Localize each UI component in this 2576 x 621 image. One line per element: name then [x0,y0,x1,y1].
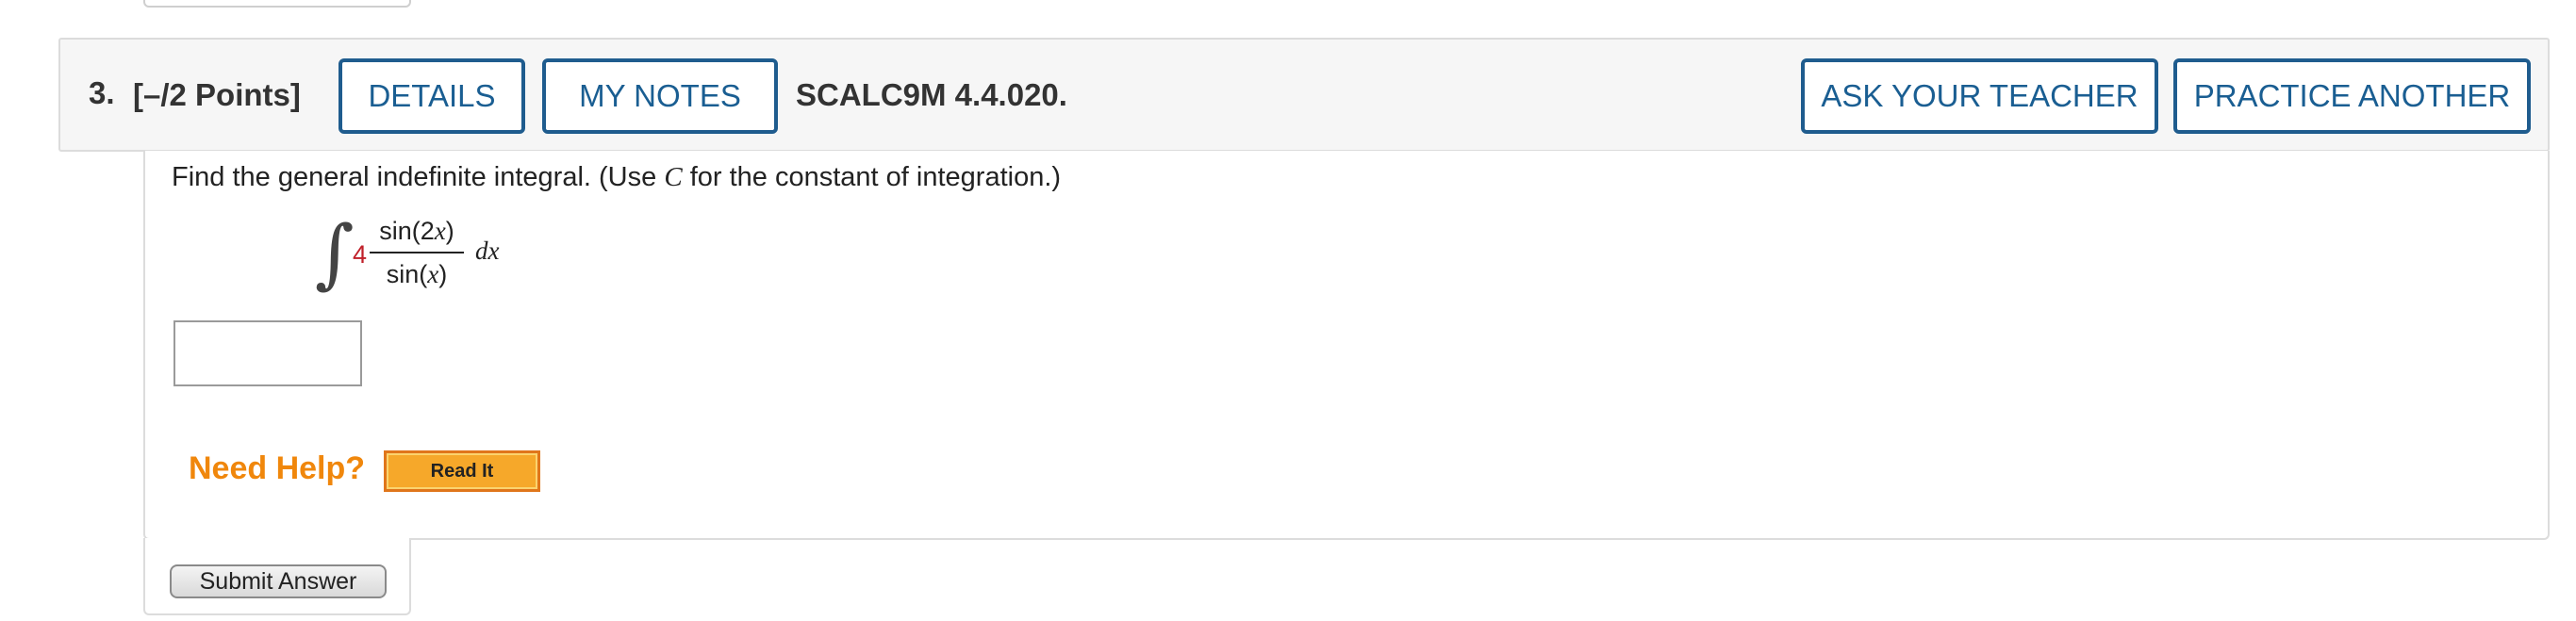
fraction-denominator: sin(x) [370,255,464,293]
my-notes-button[interactable]: MY NOTES [542,58,778,134]
differential: dx [475,237,499,266]
ask-your-teacher-button[interactable]: ASK YOUR TEACHER [1801,58,2158,134]
previous-question-tab [143,0,411,8]
practice-another-button[interactable]: PRACTICE ANOTHER [2173,58,2531,134]
numerator-variable: x [434,217,446,245]
question-body: Find the general indefinite integral. (U… [143,151,2550,540]
fraction-bar [370,252,464,253]
fraction-numerator: sin(2x) [370,212,464,250]
differential-text: dx [475,237,500,265]
submit-answer-button[interactable]: Submit Answer [170,564,387,598]
question-prompt: Find the general indefinite integral. (U… [172,162,1061,193]
question-header: 3. [–/2 Points] DETAILS MY NOTES SCALC9M… [58,38,2550,152]
denominator-function: sin( [386,260,428,288]
numerator-close: ) [445,217,454,245]
integral-coefficient: 4 [353,240,368,269]
read-it-button[interactable]: Read It [384,450,540,492]
details-button[interactable]: DETAILS [339,58,525,134]
denominator-close: ) [438,260,448,288]
question-points: [–/2 Points] [133,77,301,112]
submit-area: Submit Answer [143,538,411,615]
question-number: 3. [89,75,115,110]
integral-sign: ∫ [315,209,355,297]
answer-input[interactable] [173,320,362,386]
numerator-function: sin(2 [379,217,435,245]
prompt-constant-variable: C [664,162,683,192]
prompt-text-start: Find the general indefinite integral. (U… [172,162,665,192]
prompt-text-end: for the constant of integration.) [682,162,1062,192]
integrand-fraction: sin(2x) sin(x) [370,212,464,293]
denominator-variable: x [427,260,439,288]
question-code: SCALC9M 4.4.020. [796,77,1067,112]
need-help-label: Need Help? [189,450,366,486]
